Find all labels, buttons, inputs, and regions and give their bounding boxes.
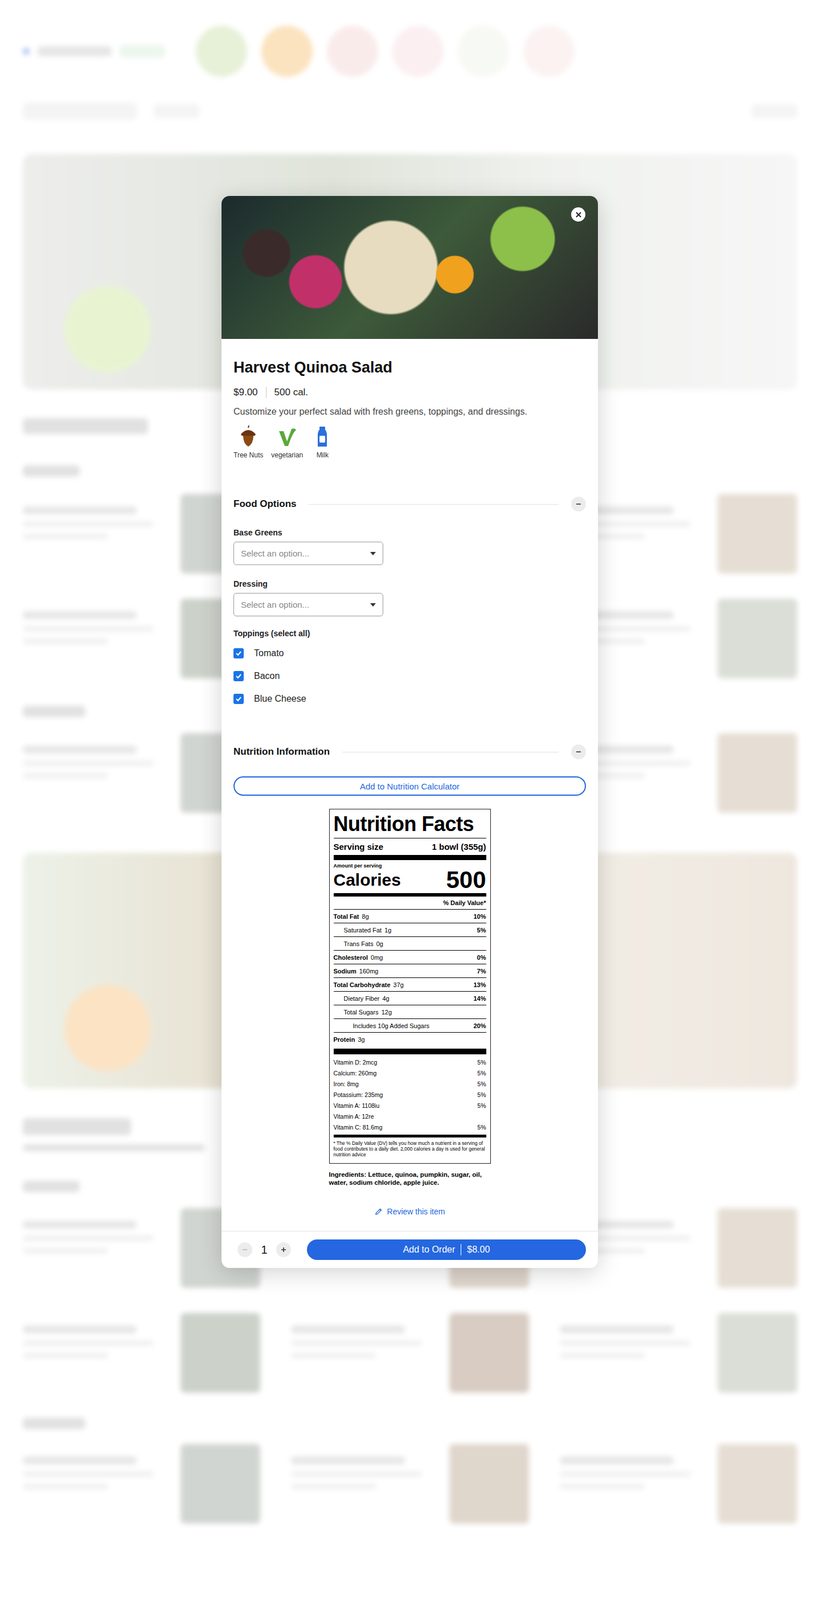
topping-checkbox[interactable]: Bacon (233, 664, 586, 688)
nutrient-row: Total Sugars12g (333, 1005, 487, 1019)
allergen-list: Tree Nuts vegetarian Milk (233, 425, 586, 460)
section-title: Nutrition Information (233, 745, 330, 758)
topping-checkbox[interactable]: Blue Cheese (233, 687, 586, 711)
caret-down-icon (370, 551, 376, 556)
order-footer: 1 Add to Order$8.00 (221, 1230, 598, 1268)
check-icon (235, 649, 243, 657)
vitamin-row: Vitamin A: 1108iu5% (333, 1099, 487, 1111)
allergen-label: Tree Nuts (233, 450, 264, 460)
nutrient-row: Sodium160mg7% (333, 964, 487, 978)
field-label: Toppings (select all) (233, 628, 586, 639)
modal-body: Harvest Quinoa Salad $9.00 500 cal. Customi… (221, 338, 598, 1216)
item-price: $9.00 (233, 385, 258, 400)
caret-down-icon (370, 603, 376, 607)
page: Harvest Quinoa Salad $9.00 500 cal. Customi… (0, 0, 820, 1600)
item-description: Customize your perfect salad with fresh … (233, 406, 586, 418)
vitamin-list: Vitamin D: 2mcg5%Calcium: 260mg5%Iron: 8… (333, 1056, 487, 1133)
nutrient-row: Trans Fats0g (333, 936, 487, 951)
price-row: $9.00 500 cal. (233, 385, 586, 400)
price-separator (265, 386, 267, 399)
allergen-label: vegetarian (271, 450, 303, 460)
nutrition-facts-label: Nutrition FactsServing size1 bowl (355g)… (329, 808, 491, 1164)
minus-icon (241, 1245, 249, 1253)
nutrient-row: Protein3g (333, 1032, 487, 1047)
check-icon (235, 672, 243, 680)
decrease-button[interactable] (237, 1241, 253, 1257)
vitamin-row: Potassium: 235mg5% (333, 1088, 487, 1100)
ingredients: Ingredients: Lettuce, quinoa, pumpkin, s… (329, 1170, 491, 1187)
vitamin-row: Iron: 8mg5% (333, 1077, 487, 1089)
quantity: 1 (260, 1243, 269, 1257)
item-photo (221, 195, 598, 339)
nutrient-row: Cholesterol0mg0% (333, 950, 487, 965)
checkbox[interactable] (233, 670, 244, 682)
vitamin-row: Vitamin C: 81.6mg5% (333, 1121, 487, 1133)
serving-row: Serving size1 bowl (355g) (333, 837, 487, 853)
section-title: Food Options (233, 498, 297, 510)
field-label: Dressing (233, 578, 586, 589)
item-title: Harvest Quinoa Salad (233, 358, 586, 377)
nutrient-row: Total Fat8g10% (333, 909, 487, 924)
section-line (308, 503, 559, 505)
close-icon (575, 211, 582, 219)
amount-label: Amount per serving (333, 862, 487, 869)
topping-list: TomatoBaconBlue Cheese (233, 641, 586, 711)
food-options-header: Food Options (233, 495, 586, 512)
nutrition-title: Nutrition Facts (333, 812, 487, 836)
milk-bottle-icon (310, 425, 334, 449)
dv-footnote: * The % Daily Value (DV) tells you how m… (333, 1140, 487, 1158)
check-icon (235, 695, 243, 703)
minus-icon (575, 500, 582, 508)
acorn-icon (236, 425, 260, 449)
item-modal: Harvest Quinoa Salad $9.00 500 cal. Customi… (221, 195, 598, 1268)
vitamin-row: Calcium: 260mg5% (333, 1067, 487, 1078)
collapse-button[interactable] (571, 496, 586, 512)
plus-icon (280, 1245, 287, 1253)
option-select[interactable]: Select an option... (233, 541, 384, 565)
nutrient-list: Total Fat8g10%Saturated Fat1g5%Trans Fat… (333, 909, 487, 1047)
vitamin-row: Vitamin D: 2mcg5% (333, 1056, 487, 1068)
vitamin-row: Vitamin A: 12re (333, 1110, 487, 1122)
pencil-icon (374, 1207, 383, 1216)
field-label: Base Greens (233, 527, 586, 538)
section-line (342, 751, 559, 753)
allergen-item: Milk (310, 425, 334, 460)
allergen-label: Milk (316, 450, 329, 460)
item-calories: 500 cal. (274, 385, 309, 400)
minus-icon (575, 748, 582, 756)
nutrient-row: Saturated Fat1g5% (333, 923, 487, 937)
nutrient-row: Total Carbohydrate37g13% (333, 977, 487, 992)
nutrition-calculator-button[interactable]: Add to Nutrition Calculator (233, 776, 586, 796)
nutrient-row: Dietary Fiber4g14% (333, 991, 487, 1006)
increase-button[interactable] (276, 1241, 291, 1257)
collapse-button[interactable] (571, 744, 586, 760)
nutrient-row: Includes 10g Added Sugars20% (333, 1018, 487, 1033)
dv-header: % Daily Value* (333, 896, 487, 910)
allergen-item: Tree Nuts (233, 425, 264, 460)
close-button[interactable] (571, 207, 586, 222)
nutrition-header: Nutrition Information (233, 743, 586, 760)
add-to-order-button[interactable]: Add to Order$8.00 (306, 1239, 586, 1260)
checkbox[interactable] (233, 648, 244, 659)
review-link[interactable]: Review this item (374, 1206, 446, 1216)
option-select[interactable]: Select an option... (233, 592, 384, 617)
vegetarian-icon (275, 425, 299, 449)
checkbox[interactable] (233, 693, 244, 704)
calories-row: Calories500 (333, 868, 487, 891)
allergen-item: vegetarian (271, 425, 303, 460)
topping-checkbox[interactable]: Tomato (233, 641, 586, 665)
